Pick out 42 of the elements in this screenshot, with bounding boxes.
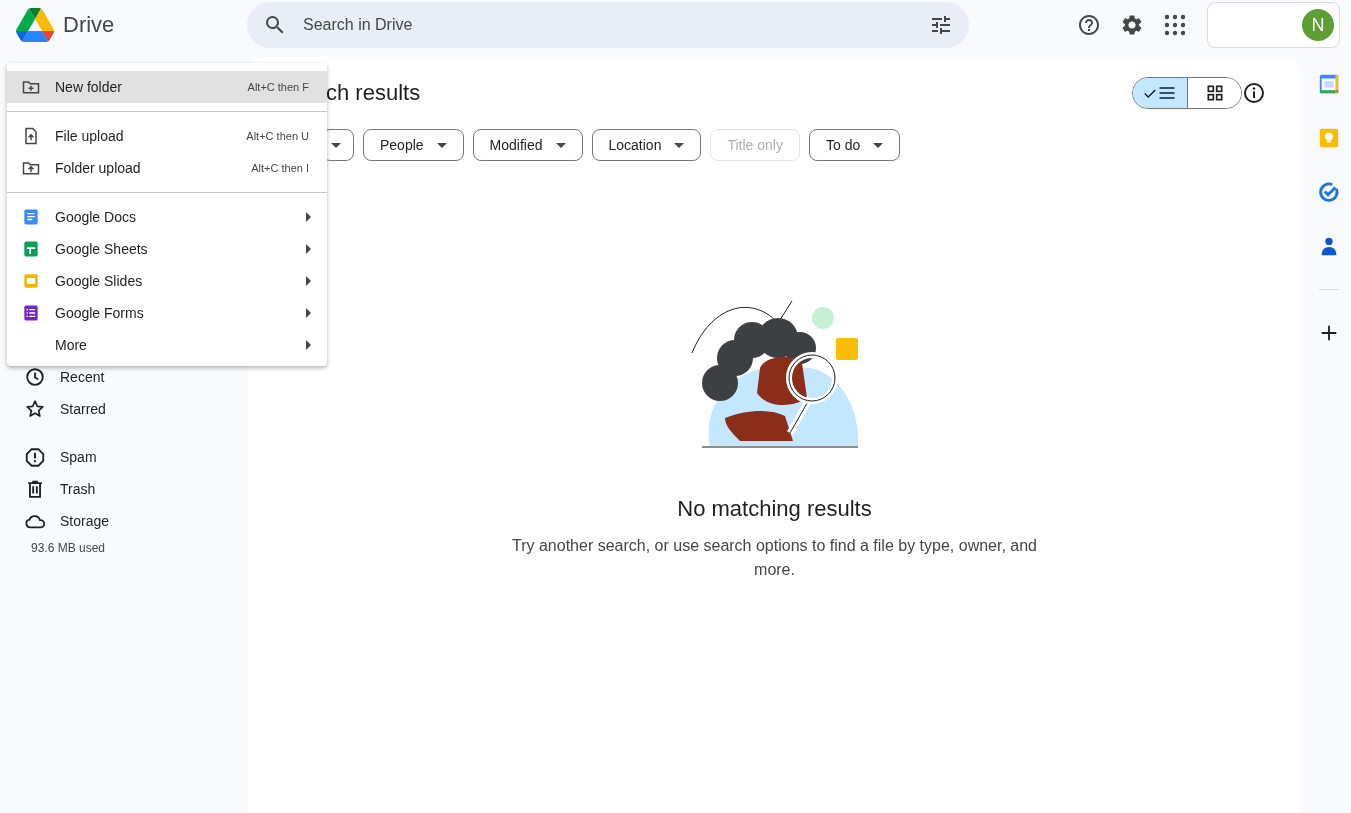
view-toggle-button[interactable] <box>1187 78 1241 108</box>
nav-item[interactable]: Spam <box>0 446 97 468</box>
view-toggle-button[interactable] <box>1133 78 1187 108</box>
empty-state-title: No matching results <box>677 496 872 522</box>
menu-item[interactable]: File upload Alt+C then U <box>7 120 327 152</box>
check-circle-icon[interactable] <box>1318 181 1340 203</box>
view-toggle[interactable] <box>1132 77 1242 109</box>
spam-icon <box>24 446 46 468</box>
spreadsheet-icon <box>21 239 41 259</box>
nav-item[interactable]: Starred <box>0 398 106 420</box>
clock-icon <box>24 366 46 388</box>
filter-chip[interactable]: To do <box>808 129 901 161</box>
page-heading: ch results <box>326 80 422 106</box>
menu-item[interactable]: Google Slides <box>7 265 327 297</box>
slides-icon <box>21 271 41 291</box>
app-name: Drive <box>63 12 115 38</box>
search-field[interactable]: Search in Drive <box>247 2 969 48</box>
document-icon <box>21 207 41 227</box>
menu-item[interactable]: New folder Alt+C then F <box>7 71 327 103</box>
settings-icon[interactable] <box>1120 13 1144 37</box>
drive-logo-icon <box>16 8 54 42</box>
help-icon[interactable] <box>1077 13 1101 37</box>
storage-usage: 93.6 MB used <box>30 541 107 555</box>
info-icon[interactable] <box>1242 81 1266 105</box>
menu-item[interactable]: Google Sheets <box>7 233 327 265</box>
calendar-icon[interactable] <box>1318 73 1340 95</box>
nav-item[interactable]: Storage <box>0 510 110 532</box>
nav-item[interactable]: Trash <box>0 478 96 500</box>
menu-item[interactable]: Google Docs <box>7 201 327 233</box>
menu-item[interactable]: More <box>7 329 327 361</box>
avatar: N <box>1302 9 1334 41</box>
filter-chip[interactable]: People <box>363 129 464 161</box>
tune-icon[interactable] <box>929 13 953 37</box>
menu-item[interactable]: Folder upload Alt+C then I <box>7 152 327 184</box>
empty-state-message: Try another search, or use search options to find a file by type, owner, and more. <box>511 536 1038 580</box>
menu-item[interactable]: Google Forms <box>7 297 327 329</box>
nav-item[interactable]: Recent <box>0 366 105 388</box>
form-icon <box>21 303 41 323</box>
apps-grid-icon[interactable] <box>1163 13 1187 37</box>
filter-chip[interactable]: Location <box>591 129 702 161</box>
star-icon <box>24 398 46 420</box>
filter-chip[interactable]: Modified <box>472 129 583 161</box>
